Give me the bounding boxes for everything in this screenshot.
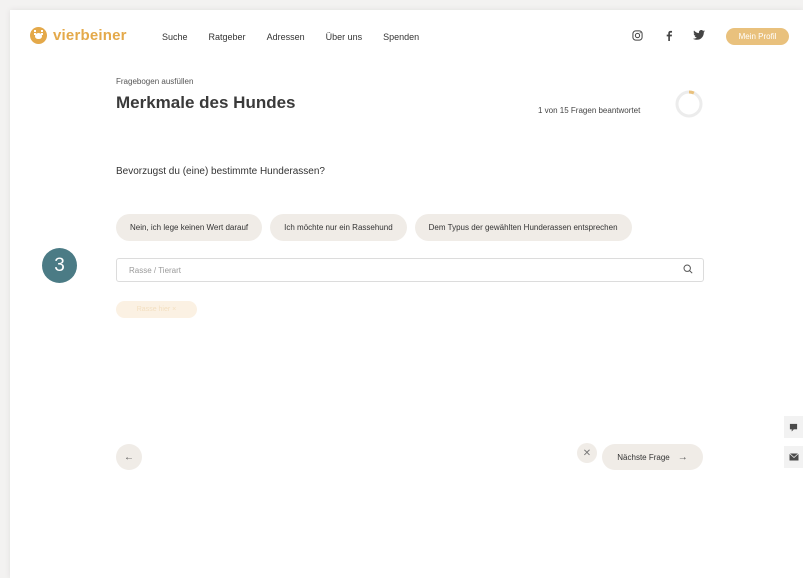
brand-name: vierbeiner	[53, 27, 127, 44]
search-icon[interactable]	[683, 261, 693, 279]
feedback-icon	[789, 423, 798, 432]
mail-icon	[788, 453, 799, 461]
page-title: Merkmale des Hundes	[116, 93, 296, 112]
instagram-icon[interactable]	[630, 28, 644, 42]
facebook-icon[interactable]	[662, 28, 676, 42]
nav-item-spenden[interactable]: Spenden	[383, 32, 419, 42]
step-number-badge: 3	[42, 248, 77, 283]
mail-side-tab[interactable]	[784, 446, 803, 468]
answer-option-purebred-only[interactable]: Ich möchte nur ein Rassehund	[270, 214, 407, 241]
nav-item-suche[interactable]: Suche	[162, 32, 188, 42]
answer-options: Nein, ich lege keinen Wert darauf Ich mö…	[116, 214, 640, 241]
main-nav: Suche Ratgeber Adressen Über uns Spenden	[162, 32, 440, 42]
breed-search	[116, 258, 704, 282]
nav-item-ueber-uns[interactable]: Über uns	[326, 32, 363, 42]
close-icon: ✕	[582, 447, 592, 459]
answer-option-match-type[interactable]: Dem Typus der gewählten Hunderassen ents…	[414, 214, 632, 241]
paw-logo-icon	[30, 27, 47, 44]
selected-breed-tag[interactable]: Rasse hier ×	[116, 301, 197, 318]
my-profile-button[interactable]: Mein Profil	[726, 28, 789, 45]
progress-ring	[675, 90, 703, 118]
breed-search-input[interactable]	[127, 264, 651, 276]
feedback-side-tab[interactable]	[784, 416, 803, 438]
arrow-left-icon: ←	[124, 451, 134, 463]
arrow-right-icon: →	[677, 451, 688, 463]
progress-text: 1 von 15 Fragen beantwortet	[538, 106, 641, 115]
nav-item-adressen[interactable]: Adressen	[267, 32, 305, 42]
question-text: Bevorzugst du (eine) bestimmte Hunderass…	[116, 166, 325, 177]
brand-logo[interactable]: vierbeiner	[30, 27, 127, 44]
questionnaire-eyebrow: Fragebogen ausfüllen	[116, 77, 194, 86]
skip-question-button[interactable]: ✕	[577, 443, 597, 463]
nav-item-ratgeber[interactable]: Ratgeber	[209, 32, 246, 42]
next-question-button[interactable]: Nächste Frage →	[602, 444, 703, 470]
answer-option-no-preference[interactable]: Nein, ich lege keinen Wert darauf	[116, 214, 263, 241]
page: vierbeiner Suche Ratgeber Adressen Über …	[10, 10, 803, 578]
next-question-label: Nächste Frage	[617, 452, 670, 462]
previous-question-button[interactable]: ←	[116, 444, 142, 470]
twitter-icon[interactable]	[692, 28, 706, 42]
